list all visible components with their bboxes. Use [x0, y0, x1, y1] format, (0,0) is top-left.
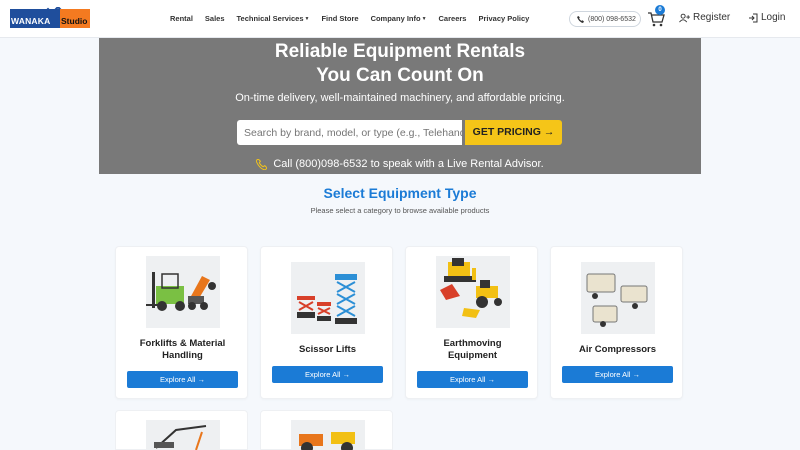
section-title: Select Equipment Type [323, 185, 477, 201]
category-title-line1: Scissor Lifts [298, 344, 357, 355]
brand-logo[interactable]: WANAKA Studio [10, 7, 90, 28]
category-title: Scissor Lifts [261, 344, 394, 356]
category-title-line1: Earthmoving [443, 338, 502, 349]
category-title-line2: Handling [162, 350, 203, 361]
hero-title-line1: Reliable Equipment Rentals [274, 41, 526, 62]
nav-privacy-policy[interactable]: Privacy Policy [478, 13, 529, 27]
login-link[interactable]: Login [748, 12, 785, 23]
hero-title: Reliable Equipment Rentals You Can Count… [99, 40, 701, 88]
phone-icon [256, 158, 268, 170]
user-plus-icon [679, 13, 690, 22]
category-card-row2-1[interactable] [115, 410, 248, 450]
nav-technical-services[interactable]: Technical Services▼ [237, 13, 310, 27]
category-title: Forklifts & Material Handling [116, 338, 249, 362]
logo-left-text: WANAKA [10, 9, 60, 28]
explore-all-button[interactable]: Explore All → [562, 366, 673, 383]
roller-image [291, 420, 365, 450]
login-label: Login [761, 12, 786, 23]
hero-title-line2: You Can Count On [316, 65, 484, 86]
earthmoving-image [436, 256, 510, 328]
forklift-image [146, 256, 220, 328]
phone-icon [577, 15, 584, 23]
category-card-row2-2[interactable] [260, 410, 393, 450]
nav-find-store[interactable]: Find Store [321, 13, 358, 27]
section-subtitle: Please select a category to browse avail… [310, 206, 490, 215]
logo-right-text: Studio [60, 9, 90, 28]
advisor-text: Call (800)098-6532 to speak with a Live … [273, 158, 544, 170]
sign-in-icon [749, 13, 758, 22]
nav-sales[interactable]: Sales [205, 13, 225, 27]
hero-subtitle: On-time delivery, well-maintained machin… [235, 92, 565, 104]
register-link[interactable]: Register [679, 12, 730, 23]
nav-careers[interactable]: Careers [439, 13, 467, 27]
category-title-line1: Air Compressors [578, 344, 657, 355]
nav-company-info[interactable]: Company Info▼ [371, 13, 427, 27]
category-title: Air Compressors [551, 344, 684, 356]
explore-all-button[interactable]: Explore All → [417, 371, 528, 388]
category-title: Earthmoving Equipment [406, 338, 539, 362]
register-label: Register [693, 12, 731, 23]
caret-down-icon: ▼ [304, 16, 310, 22]
equipment-search-input[interactable] [237, 120, 462, 145]
category-title-line2: Equipment [447, 350, 498, 361]
category-card-scissor-lifts[interactable]: Scissor Lifts Explore All → [260, 246, 393, 399]
crane-image [146, 420, 220, 450]
air-compressor-image [581, 262, 655, 334]
category-title-line1: Forklifts & Material [139, 338, 226, 349]
cart-count-badge: 0 [655, 5, 665, 15]
site-header: WANAKA Studio Rental Sales Technical Ser… [0, 0, 800, 38]
explore-all-button[interactable]: Explore All → [272, 366, 383, 383]
hero-banner: Reliable Equipment Rentals You Can Count… [99, 38, 701, 174]
get-pricing-button[interactable]: GET PRICING → [465, 120, 562, 145]
header-phone-number: (800) 098-6532 [588, 15, 636, 23]
rental-advisor-callout[interactable]: Call (800)098-6532 to speak with a Live … [99, 157, 701, 171]
category-card-forklifts[interactable]: Forklifts & Material Handling Explore Al… [115, 246, 248, 399]
header-phone-button[interactable]: (800) 098-6532 [569, 11, 641, 27]
caret-down-icon: ▼ [421, 16, 427, 22]
nav-rental[interactable]: Rental [170, 13, 193, 27]
equipment-search [237, 120, 462, 145]
scissor-lift-image [291, 262, 365, 334]
category-card-earthmoving[interactable]: Earthmoving Equipment Explore All → [405, 246, 538, 399]
nav-technical-services-label: Technical Services [236, 14, 304, 23]
category-card-air-compressors[interactable]: Air Compressors Explore All → [550, 246, 683, 399]
nav-company-info-label: Company Info [370, 14, 421, 23]
explore-all-button[interactable]: Explore All → [127, 371, 238, 388]
main-nav: Rental Sales Technical Services▼ Find St… [170, 13, 541, 27]
